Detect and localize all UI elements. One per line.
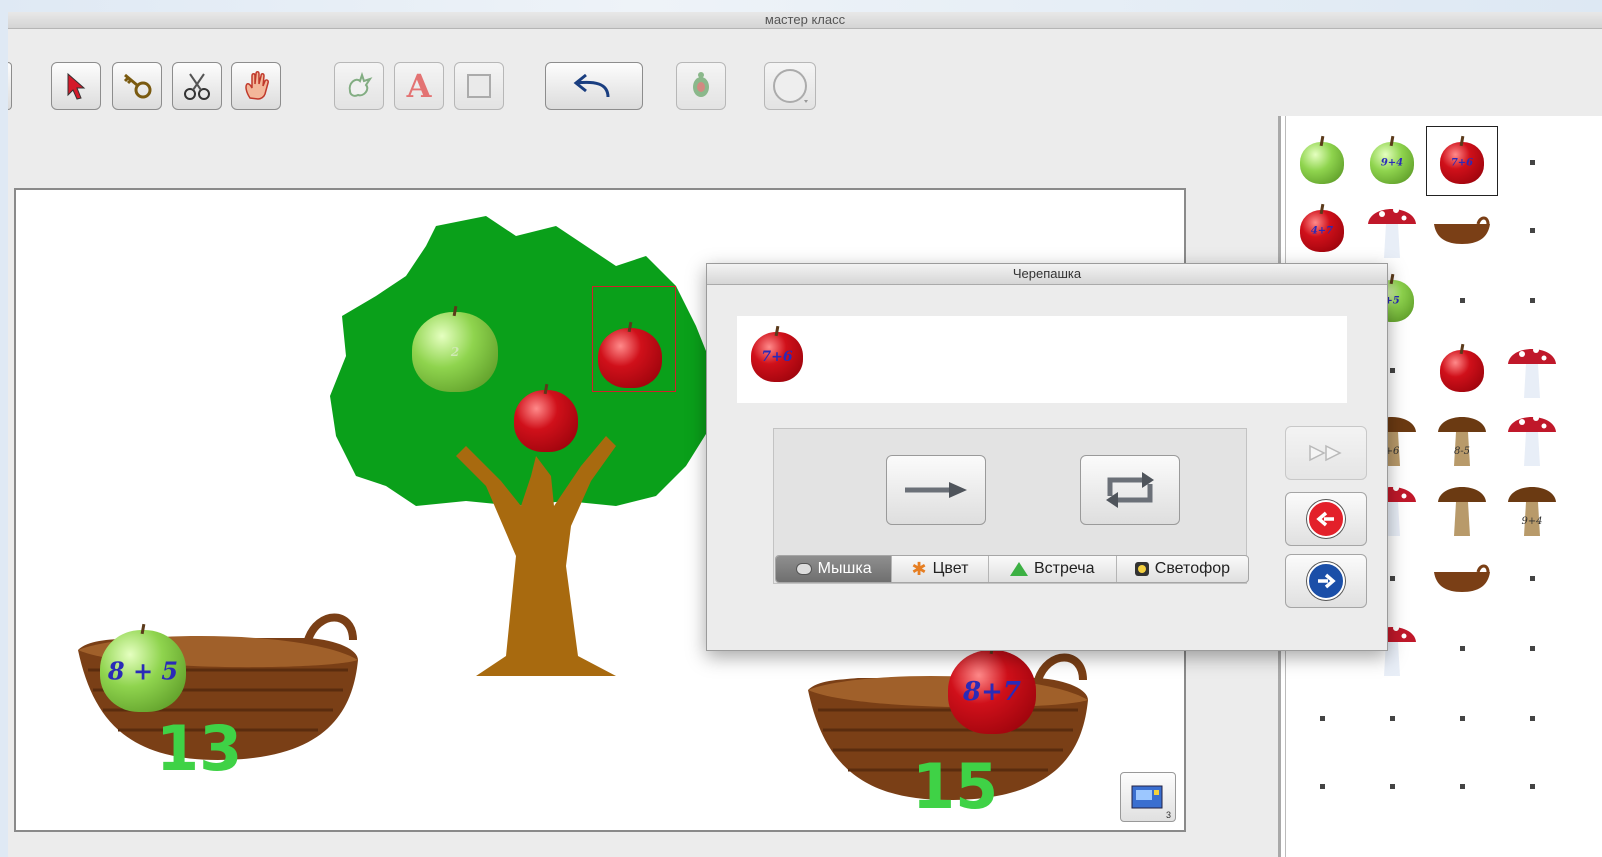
tree-apple-green[interactable]: 2	[412, 305, 498, 392]
mouse-icon	[795, 563, 812, 575]
key-icon	[123, 73, 152, 99]
hand-tool-button[interactable]	[231, 62, 281, 110]
grid-dot	[1530, 160, 1535, 165]
meeting-icon	[1010, 562, 1028, 576]
palette-basket[interactable]	[1432, 216, 1492, 246]
scissors-icon	[184, 73, 210, 100]
repeat-command-button[interactable]	[1080, 455, 1180, 525]
turtle-tool-button[interactable]	[676, 62, 726, 110]
move-forward-command-button[interactable]	[886, 455, 986, 525]
tree-apple-red-selected[interactable]	[598, 321, 662, 388]
palette-mushroom-red[interactable]	[1504, 338, 1560, 402]
grid-dot	[1320, 784, 1325, 789]
basket-right-number: 15	[912, 750, 999, 823]
grid-dot	[1460, 716, 1465, 721]
palette-mushroom-brown[interactable]	[1434, 476, 1490, 540]
step-back-button[interactable]	[1285, 492, 1367, 546]
palette-apple-green[interactable]	[1300, 135, 1344, 184]
rect-tool-button[interactable]	[454, 62, 504, 110]
palette-apple-green[interactable]: 9+4	[1370, 135, 1414, 184]
scissors-tool-button[interactable]	[172, 62, 222, 110]
grid-dot	[1530, 228, 1535, 233]
tree-apple-red[interactable]	[514, 383, 578, 452]
forward-arrow-icon	[1307, 562, 1345, 600]
tab-meeting[interactable]: Встреча	[989, 556, 1117, 582]
traffic-light-icon	[1134, 562, 1149, 576]
grid-dot	[1530, 784, 1535, 789]
turtle-dialog-title: Черепашка	[707, 264, 1387, 285]
grid-dot	[1320, 716, 1325, 721]
grid-dot	[1530, 646, 1535, 651]
fast-forward-button[interactable]	[1285, 426, 1367, 480]
palette-apple-red[interactable]: 7+6	[1440, 135, 1484, 184]
grid-dot	[1530, 576, 1535, 581]
page-count-badge: 3	[1165, 810, 1171, 820]
text-tool-button[interactable]: A	[394, 62, 444, 110]
palette-item-label: 4+7	[1310, 225, 1334, 237]
color-star-icon: ✱	[911, 558, 927, 579]
back-arrow-icon	[1307, 500, 1345, 538]
toolbar-edge	[8, 62, 12, 110]
turtle-program-field[interactable]: 7+6	[737, 316, 1347, 403]
palette-item-label: 9+4	[1380, 157, 1404, 169]
tab-mouse[interactable]: Мышка	[776, 556, 893, 582]
pointer-arrow-icon	[67, 72, 86, 100]
grid-dot	[1460, 646, 1465, 651]
turtle-icon	[693, 72, 709, 97]
shape-tool-button[interactable]	[334, 62, 384, 110]
palette-mushroom-red[interactable]	[1504, 406, 1560, 470]
palette-item-label: 8-5	[1453, 446, 1471, 457]
letter-a-icon: A	[406, 67, 432, 105]
grid-dot	[1390, 576, 1395, 581]
grid-dot	[1530, 298, 1535, 303]
palette-mushroom-red[interactable]	[1364, 198, 1420, 262]
grid-dot	[1460, 784, 1465, 789]
fast-forward-icon	[1309, 444, 1342, 462]
turtle-mode-tabs: Мышка ✱ Цвет Встреча Светофор	[775, 555, 1249, 583]
basket-left-apple[interactable]: 8 + 5	[100, 623, 186, 712]
window-title: мастер класс	[8, 12, 1602, 29]
tab-traffic-light[interactable]: Светофор	[1117, 556, 1248, 582]
undo-button[interactable]	[545, 62, 643, 110]
key-tool-button[interactable]	[112, 62, 162, 110]
palette-apple-red[interactable]	[1440, 343, 1484, 392]
circle-icon	[773, 69, 808, 103]
step-forward-button[interactable]	[1285, 554, 1367, 608]
turtle-program-apple[interactable]: 7+6	[751, 325, 803, 382]
app-window: мастер класс A 2 8 + 5 13 8+7 15 3 9+4 7…	[8, 12, 1602, 857]
square-icon	[467, 74, 491, 98]
page-view-button[interactable]: 3	[1120, 772, 1176, 822]
basket-left-number: 13	[156, 712, 243, 785]
grid-dot	[1390, 716, 1395, 721]
palette-item-label: 7+6	[1450, 157, 1474, 169]
slides-icon	[1131, 785, 1163, 809]
palette-item-label: 9+4	[1521, 516, 1543, 527]
circle-tool-button[interactable]	[764, 62, 816, 110]
palette-apple-red[interactable]: 4+7	[1300, 203, 1344, 252]
turtle-dialog: Черепашка 7+6 Мышка ✱ Цвет Встреча Свето…	[706, 263, 1388, 651]
splat-icon	[348, 71, 373, 97]
undo-arrow-icon	[573, 73, 610, 98]
grid-dot	[1390, 368, 1395, 373]
palette-basket[interactable]	[1432, 564, 1492, 594]
grid-dot	[1530, 716, 1535, 721]
palette-mushroom-brown[interactable]: 8-5	[1434, 406, 1490, 470]
basket-right-apple[interactable]: 8+7	[948, 643, 1036, 734]
grid-dot	[1390, 784, 1395, 789]
hand-icon	[245, 71, 269, 100]
loop-icon	[1106, 472, 1154, 508]
arrow-tool-button[interactable]	[51, 62, 101, 110]
tab-color[interactable]: ✱ Цвет	[892, 556, 989, 582]
grid-dot	[1460, 298, 1465, 303]
palette-mushroom-brown[interactable]: 9+4	[1504, 476, 1560, 540]
right-arrow-icon	[905, 482, 967, 498]
